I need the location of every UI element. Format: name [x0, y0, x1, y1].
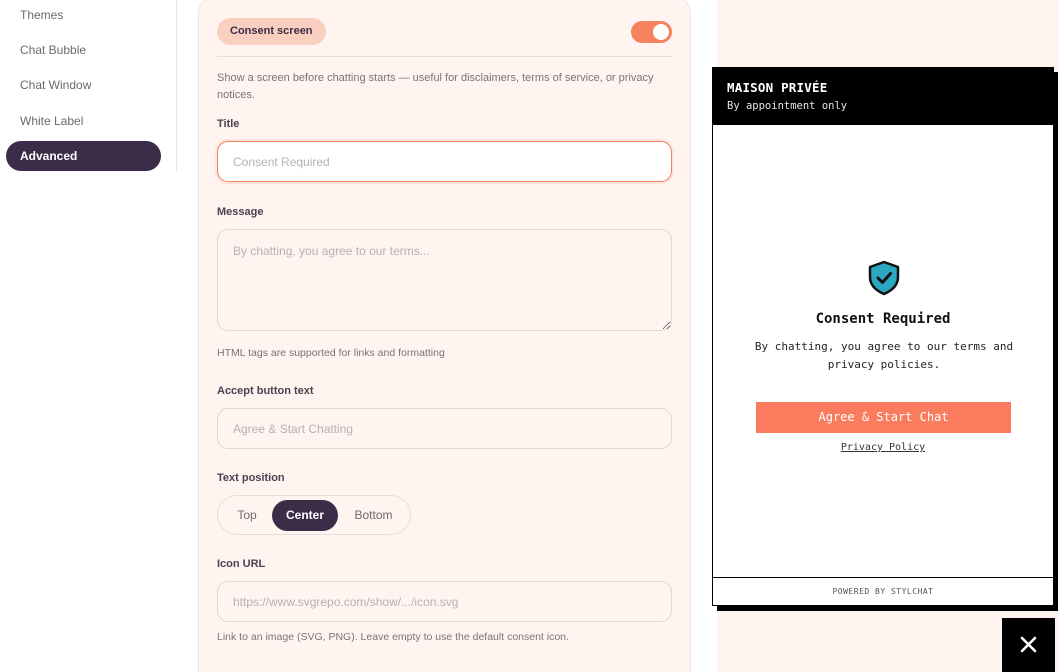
- sidebar-item-white-label[interactable]: White Label: [20, 114, 83, 128]
- close-widget-button[interactable]: [1002, 618, 1055, 672]
- privacy-policy-link[interactable]: Privacy Policy: [713, 442, 1053, 453]
- sidebar-item-advanced[interactable]: Advanced: [6, 141, 161, 171]
- divider: [217, 56, 672, 57]
- close-icon: [1020, 636, 1037, 653]
- toggle-knob: [653, 24, 669, 40]
- consent-screen-toggle[interactable]: [631, 21, 672, 43]
- widget-brand-title: MAISON PRIVÉE: [727, 80, 828, 95]
- icon-url-input[interactable]: [217, 581, 672, 622]
- title-label: Title: [217, 118, 240, 130]
- consent-title: Consent Required: [815, 311, 951, 327]
- consent-message: By chatting, you agree to our terms and …: [754, 340, 1014, 371]
- sidebar-item-chat-window[interactable]: Chat Window: [20, 78, 91, 92]
- agree-start-chat-button[interactable]: Agree & Start Chat: [756, 402, 1011, 433]
- settings-sidebar: Themes Chat Bubble Chat Window White Lab…: [0, 0, 177, 172]
- consent-description: Show a screen before chatting starts — u…: [217, 72, 654, 101]
- position-center-button[interactable]: Center: [272, 500, 338, 531]
- message-textarea[interactable]: [217, 229, 672, 331]
- message-label: Message: [217, 206, 264, 218]
- widget-header: MAISON PRIVÉE By appointment only: [713, 68, 1053, 125]
- accept-button-input[interactable]: [217, 408, 672, 449]
- accept-button-label: Accept button text: [217, 385, 314, 397]
- widget-tagline: By appointment only: [727, 100, 848, 112]
- shield-check-icon: [868, 260, 900, 296]
- message-help-text: HTML tags are supported for links and fo…: [217, 347, 445, 359]
- sidebar-item-chat-bubble[interactable]: Chat Bubble: [20, 43, 86, 57]
- consent-screen-pill: Consent screen: [217, 18, 326, 45]
- position-bottom-button[interactable]: Bottom: [342, 500, 405, 531]
- widget-footer: POWERED BY STYLCHAT: [713, 577, 1053, 605]
- icon-url-help-text: Link to an image (SVG, PNG). Leave empty…: [217, 631, 569, 643]
- text-position-label: Text position: [217, 472, 285, 484]
- title-input[interactable]: [217, 141, 672, 182]
- text-position-segmented: Top Center Bottom: [217, 495, 411, 535]
- sidebar-item-themes[interactable]: Themes: [20, 8, 63, 22]
- position-top-button[interactable]: Top: [222, 500, 272, 531]
- icon-url-label: Icon URL: [217, 558, 266, 570]
- chat-widget-preview: MAISON PRIVÉE By appointment only Consen…: [712, 67, 1054, 606]
